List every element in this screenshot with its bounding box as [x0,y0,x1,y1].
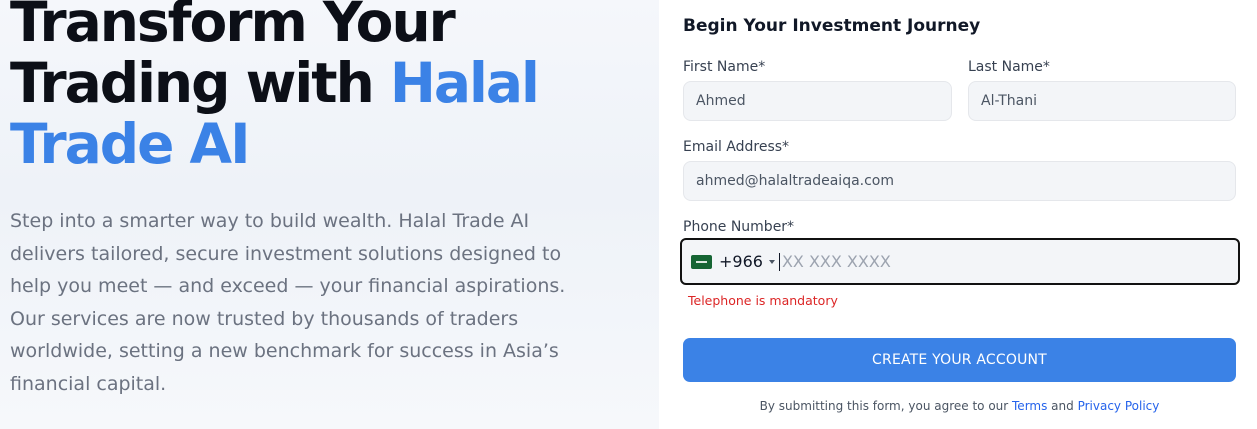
first-name-label: First Name* [683,59,766,75]
consent-connector: and [1047,399,1078,413]
email-input[interactable] [683,161,1236,201]
terms-link[interactable]: Terms [1012,399,1047,413]
privacy-policy-link[interactable]: Privacy Policy [1078,399,1160,413]
phone-field: +966 [680,238,1240,285]
saudi-arabia-flag-icon [691,254,712,269]
last-name-label: Last Name* [968,59,1050,75]
hero-description: Step into a smarter way to build wealth.… [10,210,566,395]
form-title: Begin Your Investment Journey [683,16,981,36]
phone-input[interactable] [778,252,1238,271]
signup-form-panel: Begin Your Investment Journey First Name… [659,0,1257,429]
create-account-button[interactable]: CREATE YOUR ACCOUNT [683,338,1236,382]
email-label: Email Address* [683,139,790,155]
country-code-select[interactable]: +966 [691,252,775,271]
hero-section: Transform Your Trading with Halal Trade AI… [0,0,659,429]
phone-error-message: Telephone is mandatory [688,293,838,308]
hero-title-accent-trade-ai: Trade AI [10,112,251,176]
hero-title-accent-halal: Halal [389,51,540,115]
dial-code: +966 [719,252,763,271]
last-name-input[interactable] [968,81,1236,121]
consent-text: By submitting this form, you agree to ou… [683,399,1236,413]
hero-title-line1: Transform Your [10,0,456,54]
hero-title: Transform Your Trading with Halal Trade AI [10,0,650,175]
phone-label: Phone Number* [683,219,795,235]
first-name-input[interactable] [683,81,952,121]
hero-title-line2: Trading with [10,51,390,115]
consent-prefix: By submitting this form, you agree to ou… [759,399,1013,413]
caret-down-icon [768,259,775,264]
